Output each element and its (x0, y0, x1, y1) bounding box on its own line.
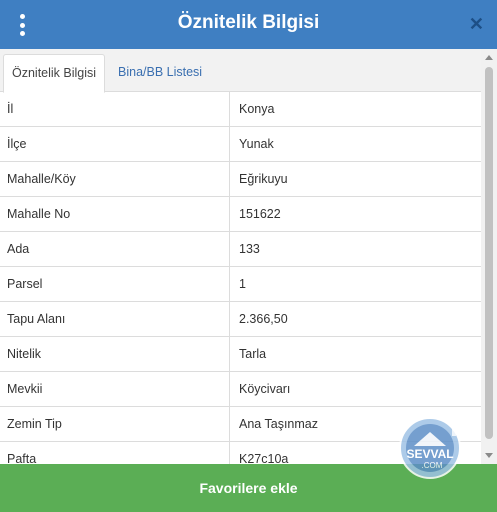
table-row: Mahalle No 151622 (0, 196, 481, 232)
attribute-value: Tarla (229, 336, 481, 372)
scroll-up-arrow-icon[interactable] (485, 55, 493, 60)
scrollbar[interactable] (481, 49, 497, 464)
dialog-header: Öznitelik Bilgisi ✕ (0, 0, 497, 49)
table-row: Mevkii Köycivarı (0, 371, 481, 407)
attribute-value: 2.366,50 (229, 301, 481, 337)
attribute-key: İlçe (0, 126, 230, 162)
attribute-key: Zemin Tip (0, 406, 230, 442)
table-row: Mahalle/Köy Eğrikuyu (0, 161, 481, 197)
attribute-key: Pafta (0, 441, 230, 464)
attribute-key: Nitelik (0, 336, 230, 372)
attribute-key: Parsel (0, 266, 230, 302)
attribute-value: 151622 (229, 196, 481, 232)
scrollbar-thumb[interactable] (485, 67, 493, 439)
table-row: İl Konya (0, 92, 481, 127)
table-row: Tapu Alanı 2.366,50 (0, 301, 481, 337)
attribute-key: Mahalle No (0, 196, 230, 232)
watermark-subtext: .COM (422, 461, 443, 470)
table-row: Parsel 1 (0, 266, 481, 302)
attribute-value: Konya (229, 92, 481, 127)
tab-bina-bb-listesi[interactable]: Bina/BB Listesi (110, 54, 210, 91)
dialog-title: Öznitelik Bilgisi (177, 12, 320, 33)
attribute-table: İl Konya İlçe Yunak Mahalle/Köy Eğrikuyu Mahal… (0, 92, 481, 464)
attribute-value: Köycivarı (229, 371, 481, 407)
attribute-key: Mevkii (0, 371, 230, 407)
table-row: Ada 133 (0, 231, 481, 267)
attribute-key: Mahalle/Köy (0, 161, 230, 197)
attribute-key: İl (0, 92, 230, 127)
attribute-key: Tapu Alanı (0, 301, 230, 337)
table-row: Nitelik Tarla (0, 336, 481, 372)
watermark-text: SEVVAL (406, 447, 453, 461)
attribute-value: Eğrikuyu (229, 161, 481, 197)
attribute-value: Yunak (229, 126, 481, 162)
attribute-value: 1 (229, 266, 481, 302)
table-row: İlçe Yunak (0, 126, 481, 162)
close-icon[interactable]: ✕ (469, 13, 484, 35)
attribute-value: 133 (229, 231, 481, 267)
sevval-watermark-logo: SEVVAL .COM (399, 414, 461, 479)
attribute-key: Ada (0, 231, 230, 267)
tab-oznitelik-bilgisi[interactable]: Öznitelik Bilgisi (3, 54, 106, 93)
scroll-down-arrow-icon[interactable] (485, 453, 493, 458)
tab-bar: Öznitelik Bilgisi Bina/BB Listesi (0, 49, 481, 93)
